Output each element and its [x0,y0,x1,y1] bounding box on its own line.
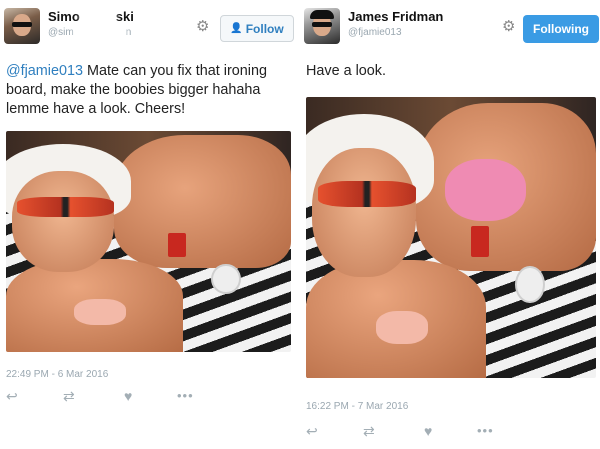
tweet-text: @fjamie013 Mate can you fix that ironing… [6,62,296,119]
tweet-header: Simo ski @sim n ⚙ 👤 Follow [4,8,294,52]
photo-woman-face [11,170,115,273]
gear-icon[interactable]: ⚙ [196,19,209,34]
photo-edit-overlay [445,158,527,221]
following-button[interactable]: Following [523,15,599,43]
follow-button[interactable]: 👤 Follow [220,15,294,42]
add-user-icon: 👤 [230,23,243,34]
tweet-reply: James Fridman @fjamie013 ⚙ Following Hav… [300,0,600,449]
mention-link[interactable]: @fjamie013 [6,63,83,79]
avatar-glasses [12,22,32,27]
redaction-blur [73,27,126,37]
display-name-start: Simo [48,9,80,24]
tweet-photo[interactable] [306,97,596,378]
tweet-text: Have a look. [306,63,386,79]
avatar[interactable] [4,8,40,44]
photo-sunglasses [317,181,417,207]
photo-sunglasses [17,197,115,218]
more-icon[interactable]: ••• [477,423,494,439]
tweet-photo[interactable] [6,131,291,352]
handle-start: @sim [48,27,74,38]
reply-icon[interactable]: ↩ [306,423,318,439]
tweet-actions: ↩ ⇄ ♥ ••• [6,388,206,404]
photo-bikini [375,310,428,345]
avatar[interactable] [304,8,340,44]
like-icon[interactable]: ♥ [124,388,132,404]
retweet-icon[interactable]: ⇄ [63,388,75,404]
display-name-end: ski [115,9,134,24]
avatar-cap [310,10,334,19]
tweet-actions: ↩ ⇄ ♥ ••• [306,423,506,439]
redaction-blur [79,11,116,24]
retweet-icon[interactable]: ⇄ [363,423,375,439]
photo-roll [514,265,545,304]
photo-man [114,135,291,268]
tweet-timestamp[interactable]: 16:22 PM - 7 Mar 2016 [306,401,408,412]
reply-icon[interactable]: ↩ [6,388,18,404]
photo-bikini [74,298,126,326]
avatar-glasses [312,22,332,27]
handle[interactable]: @fjamie013 [348,27,402,38]
tweet-original: Simo ski @sim n ⚙ 👤 Follow @fjamie013 Mate… [0,0,298,449]
photo-woman-face [311,147,417,277]
tweet-header: James Fridman @fjamie013 ⚙ Following [304,8,599,52]
follow-label: Follow [245,21,284,36]
more-icon[interactable]: ••• [177,388,194,404]
handle[interactable]: @sim n [48,27,131,38]
display-name[interactable]: James Fridman [348,9,443,24]
handle-end: n [125,27,132,38]
photo-can [471,226,489,258]
gear-icon[interactable]: ⚙ [502,19,515,34]
tweet-timestamp[interactable]: 22:49 PM - 6 Mar 2016 [6,369,108,380]
like-icon[interactable]: ♥ [424,423,432,439]
photo-can [168,232,186,257]
display-name[interactable]: Simo ski [48,9,134,24]
photo-roll [211,263,241,295]
